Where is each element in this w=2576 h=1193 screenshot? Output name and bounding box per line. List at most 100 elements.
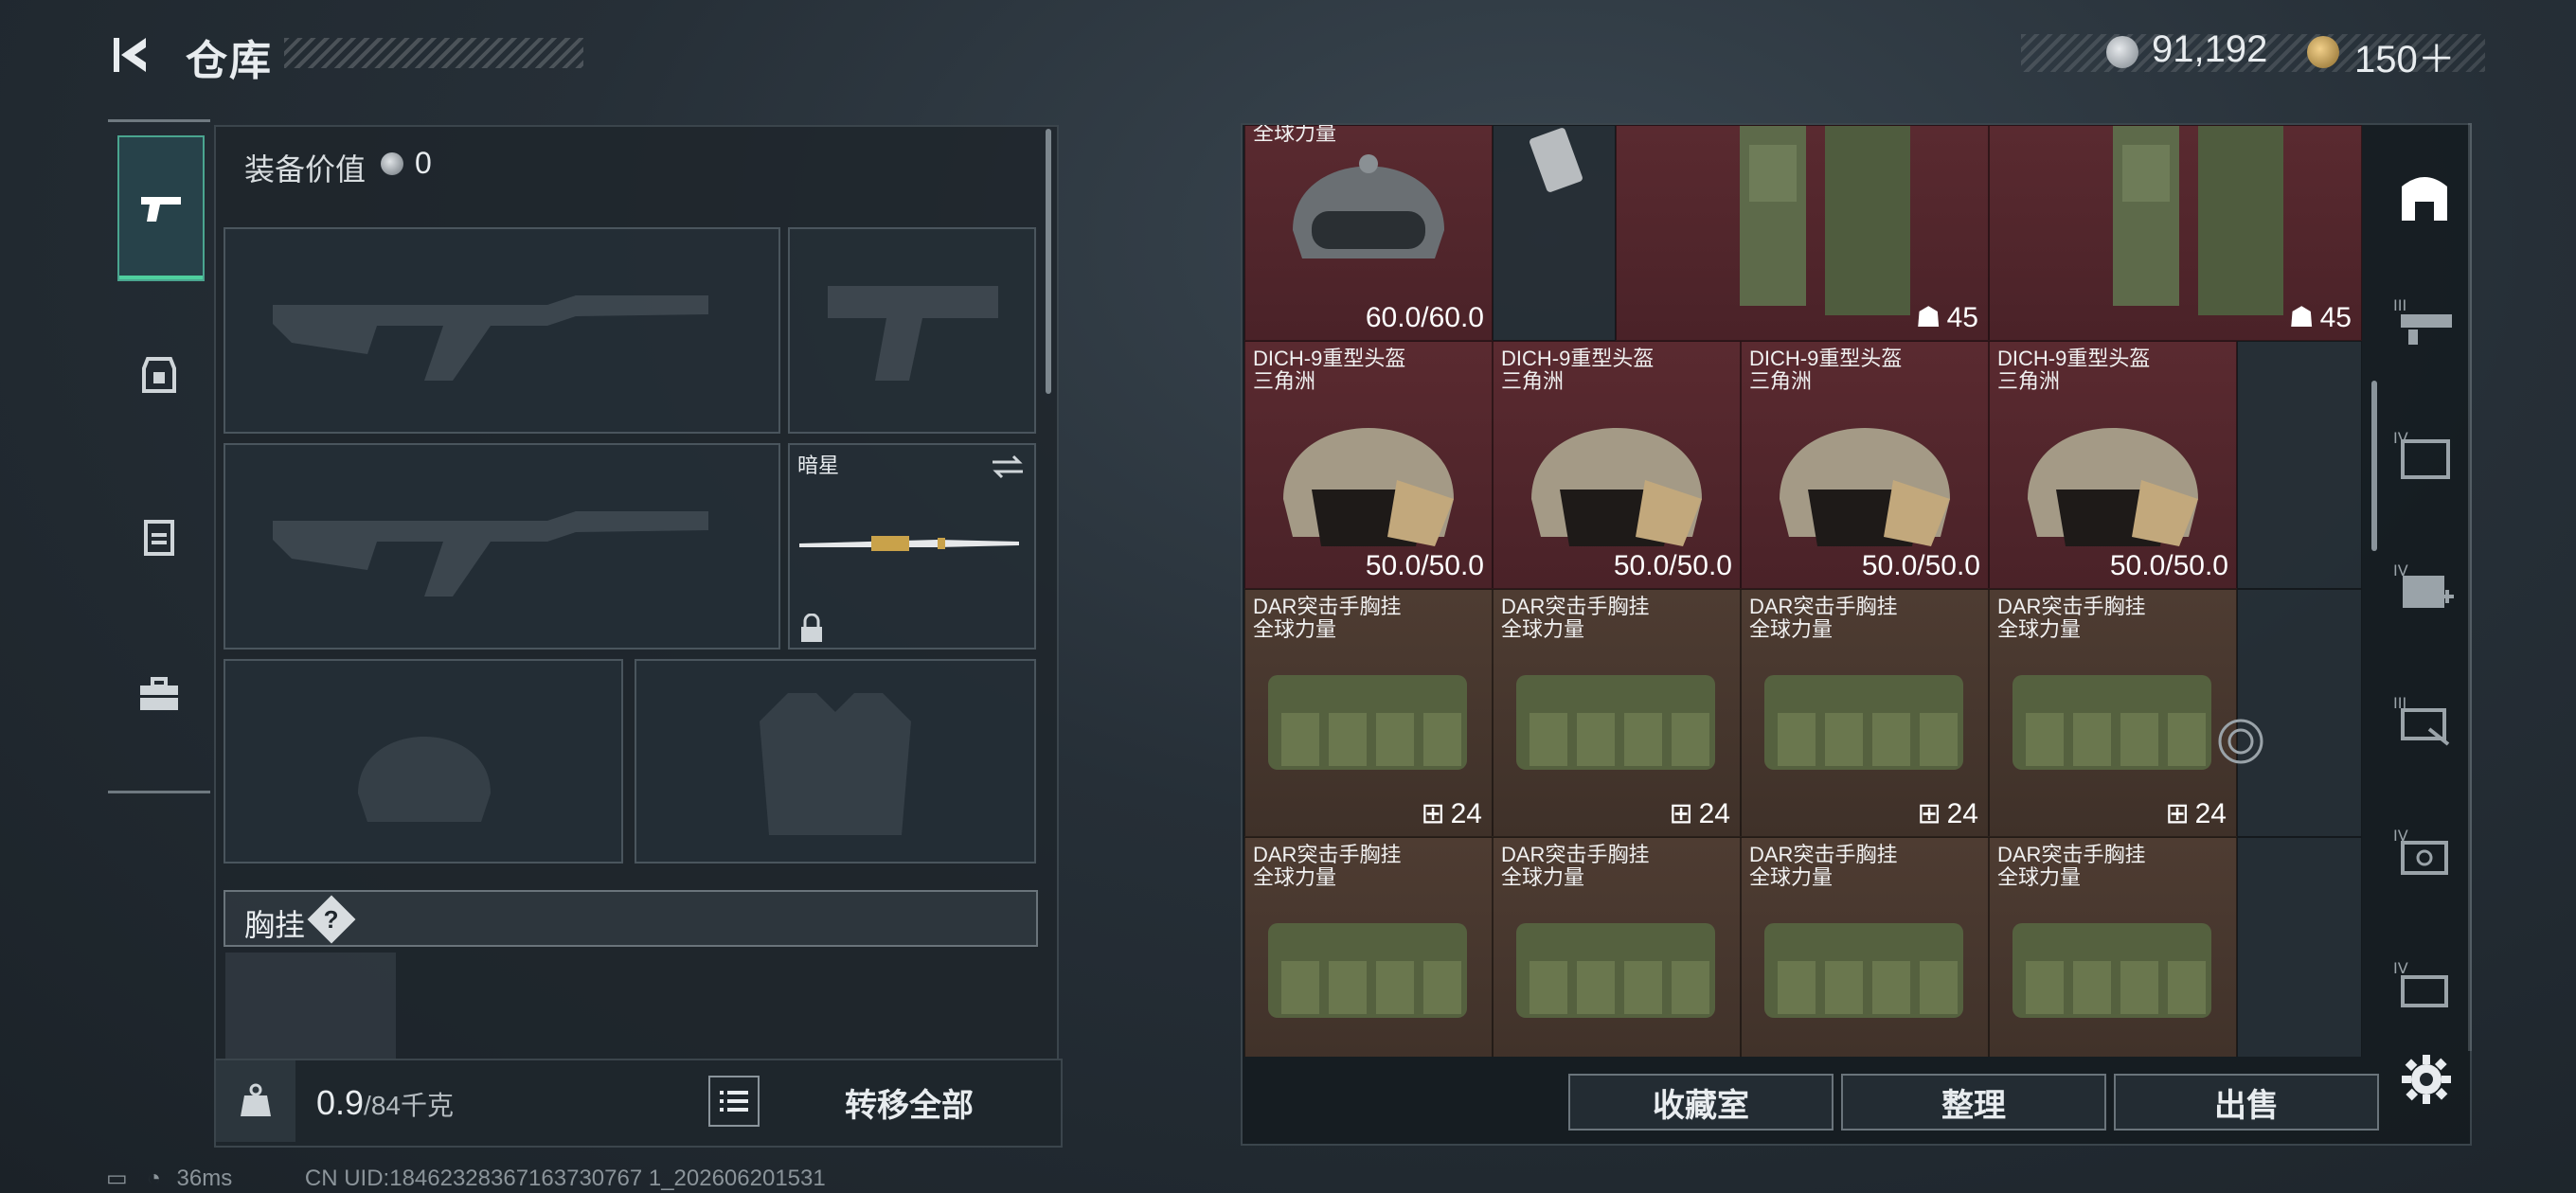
- chest-rig-item-icon: [2012, 675, 2211, 770]
- capacity-readout: ⊞ 24: [2165, 797, 2227, 830]
- sort-button[interactable]: 整理: [1841, 1074, 2106, 1131]
- capacity-readout: ⊞ 24: [1421, 797, 1482, 830]
- chest-rig-item-icon: [1268, 923, 1467, 1018]
- tab-weapons[interactable]: [117, 135, 205, 281]
- inventory-item-chest-rig[interactable]: DAR突击手胸挂 全球力量: [1989, 837, 2237, 1057]
- inventory-grid: 全球力量 60.0/60.0 ☗45 ☗45 DICH-9重型头盔 三角洲: [1244, 125, 2366, 1057]
- inventory-item-chest-rig[interactable]: DAR突击手胸挂 全球力量 ⊞ 24: [1493, 589, 1741, 837]
- inventory-item-key[interactable]: [1493, 125, 1616, 341]
- inventory-item-chest-rig[interactable]: DAR突击手胸挂 全球力量: [1741, 837, 1989, 1057]
- melee-name: 暗星: [797, 454, 840, 477]
- cabinet-icon: IV: [2393, 429, 2450, 479]
- rifle-silhouette-icon: [273, 295, 708, 381]
- grid-capacity-icon: ⊞: [1421, 798, 1445, 829]
- ping-readout: 36ms: [176, 1166, 233, 1191]
- filter-tier-tab[interactable]: III: [2377, 275, 2472, 369]
- left-sidebar: [108, 119, 210, 793]
- item-faction: 全球力量: [1253, 865, 1337, 889]
- item-faction: 全球力量: [1997, 617, 2082, 641]
- weight-button[interactable]: [216, 1060, 295, 1142]
- token-icon: [2307, 36, 2339, 68]
- weight-readout: 0.9/84千克: [316, 1083, 454, 1122]
- inventory-item-helmet[interactable]: DICH-9重型头盔 三角洲 50.0/50.0: [1493, 341, 1741, 589]
- helmet-silhouette-icon: [358, 737, 491, 822]
- helmet-slot[interactable]: [224, 659, 623, 864]
- item-name: DAR突击手胸挂: [1501, 595, 1650, 618]
- helmet-item-icon: [1283, 428, 1454, 546]
- item-name: DICH-9重型头盔: [1749, 347, 1903, 370]
- weapon-rack-icon: III: [2393, 296, 2452, 345]
- grid-capacity-icon: ⊞: [1917, 798, 1941, 829]
- filter-tier-tab[interactable]: IV: [2377, 937, 2472, 1032]
- gear-icon[interactable]: [2400, 1053, 2453, 1106]
- empty-cell[interactable]: [2237, 837, 2362, 1057]
- durability-readout: 50.0/50.0: [1613, 550, 1732, 581]
- inventory-item-chest-rig[interactable]: DAR突击手胸挂 全球力量 ⊞ 24: [1741, 589, 1989, 837]
- inventory-item-helmet[interactable]: DICH-9重型头盔 三角洲 50.0/50.0: [1989, 341, 2237, 589]
- chest-rig-item-icon: [1764, 923, 1963, 1018]
- item-name: DAR突击手胸挂: [1749, 843, 1898, 866]
- tab-case[interactable]: [117, 624, 201, 766]
- durability-readout: 60.0/60.0: [1365, 302, 1484, 333]
- empty-cell[interactable]: [2237, 589, 2362, 837]
- inventory-item-helmet[interactable]: DICH-9重型头盔 三角洲 50.0/50.0: [1244, 341, 1493, 589]
- weight-icon: [241, 1083, 271, 1116]
- medical-icon: IV: [2393, 561, 2454, 608]
- token-amount[interactable]: 150＋: [2354, 28, 2456, 83]
- sidearm-slot[interactable]: [788, 227, 1036, 434]
- inventory-item-vest[interactable]: ☗ 45: [1989, 125, 2362, 341]
- transfer-all-button[interactable]: 转移全部: [786, 1079, 1032, 1126]
- helmet-item-icon: [1293, 154, 1444, 258]
- uid-readout: CN UID:18462328367163730767 1_2026062015…: [304, 1166, 826, 1191]
- inventory-item-chest-rig[interactable]: DAR突击手胸挂 全球力量: [1244, 837, 1493, 1057]
- item-name: DAR突击手胸挂: [1749, 595, 1898, 618]
- sell-button[interactable]: 出售: [2114, 1074, 2379, 1131]
- swap-icon[interactable]: [991, 453, 1025, 481]
- filter-tier-tab[interactable]: IV: [2377, 407, 2472, 502]
- capacity-readout: ⊞ 24: [1669, 797, 1730, 830]
- capacity-readout: ☗ 45: [1915, 301, 1978, 334]
- body-armor-slot[interactable]: [635, 659, 1036, 864]
- chest-rig-item-icon: [1516, 923, 1715, 1018]
- filter-all-tab[interactable]: [2377, 151, 2472, 246]
- tab-backpack[interactable]: [117, 465, 201, 607]
- inventory-item-helmet[interactable]: 全球力量 60.0/60.0: [1244, 125, 1493, 341]
- filter-tier-tab[interactable]: III: [2377, 672, 2472, 767]
- capacity-readout: ☗ 45: [2288, 301, 2352, 334]
- item-name: DAR突击手胸挂: [1501, 843, 1650, 866]
- filter-tier-tab[interactable]: IV: [2377, 805, 2472, 899]
- item-faction: 三角洲: [1253, 369, 1316, 393]
- melee-slot[interactable]: 暗星: [788, 443, 1036, 650]
- keycard-icon: [1530, 128, 1583, 192]
- list-view-button[interactable]: [708, 1076, 760, 1127]
- chest-rig-slot[interactable]: [225, 953, 396, 1064]
- back-button[interactable]: [106, 28, 159, 81]
- container-icon: IV: [2393, 959, 2448, 1007]
- item-faction: 全球力量: [1253, 617, 1337, 641]
- inventory-item-chest-rig[interactable]: DAR突击手胸挂 全球力量 ⊞ 24: [1989, 589, 2237, 837]
- inventory-item-vest[interactable]: ☗ 45: [1616, 125, 1989, 341]
- collection-room-button[interactable]: 收藏室: [1568, 1074, 1834, 1131]
- briefcase-icon: [140, 677, 178, 710]
- loadout-scrollbar[interactable]: [1046, 129, 1051, 394]
- knife-icon: [799, 536, 1019, 551]
- item-name: DAR突击手胸挂: [1253, 595, 1402, 618]
- inventory-item-chest-rig[interactable]: DAR突击手胸挂 全球力量 ⊞ 24: [1244, 589, 1493, 837]
- empty-cell[interactable]: [2237, 341, 2362, 589]
- durability-readout: 50.0/50.0: [2109, 550, 2228, 581]
- status-bar: ▭ ◔ 36ms CN UID:18462328367163730767 1_2…: [106, 1165, 826, 1192]
- tier-label: IV: [2393, 959, 2408, 977]
- secondary-weapon-slot[interactable]: [224, 443, 780, 650]
- item-name: DAR突击手胸挂: [1997, 595, 2146, 618]
- inventory-item-chest-rig[interactable]: DAR突击手胸挂 全球力量: [1493, 837, 1741, 1057]
- page-title: 仓库: [186, 38, 273, 84]
- capacity-icon: ☗: [1915, 302, 1941, 333]
- primary-weapon-slot[interactable]: [224, 227, 780, 434]
- inventory-item-helmet[interactable]: DICH-9重型头盔 三角洲 50.0/50.0: [1741, 341, 1989, 589]
- safe-icon: IV: [2393, 827, 2448, 875]
- filter-tier-tab[interactable]: IV: [2377, 540, 2472, 634]
- durability-readout: 50.0/50.0: [1365, 550, 1484, 581]
- tab-helmet[interactable]: [117, 304, 201, 446]
- capacity-icon: ☗: [2288, 302, 2315, 333]
- money-amount: 91,192: [2152, 28, 2268, 70]
